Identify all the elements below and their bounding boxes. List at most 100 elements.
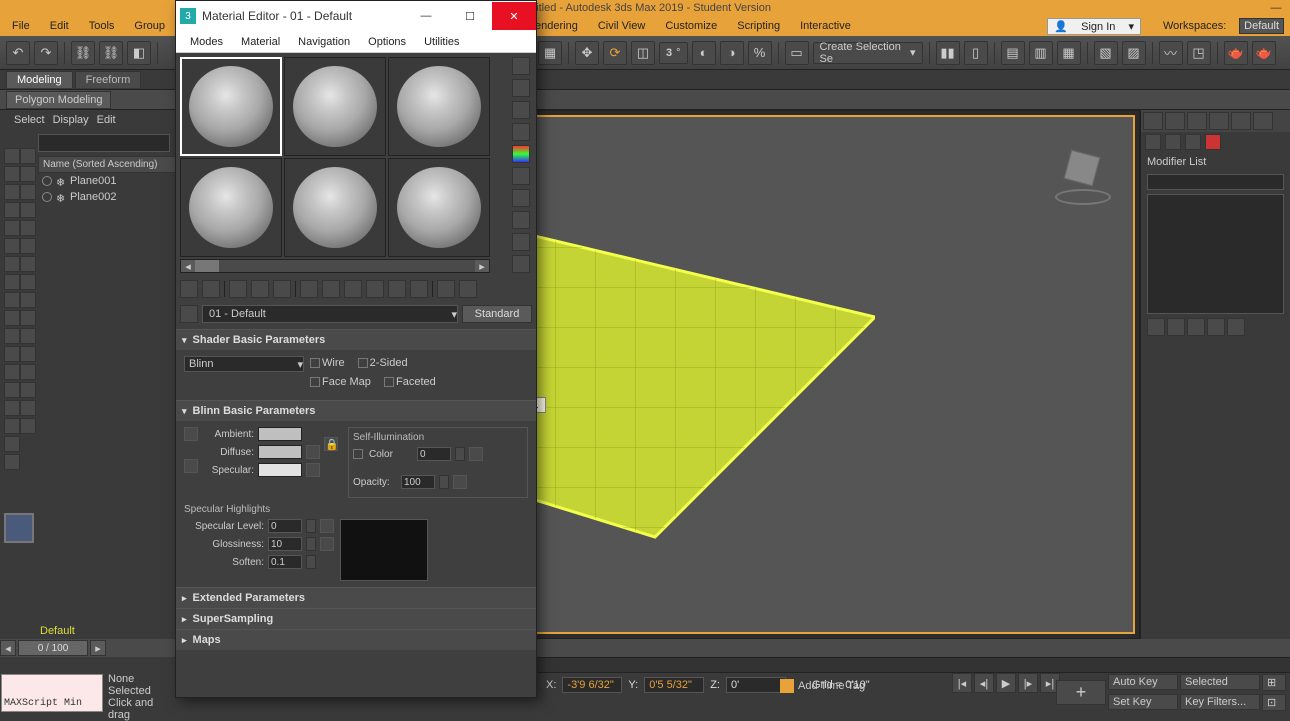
filter-icon[interactable] [20,364,36,380]
ambient-swatch[interactable] [258,427,302,441]
spinner-arrows[interactable] [306,519,316,533]
assign-icon[interactable] [229,280,247,298]
remove-mod-icon[interactable] [1207,318,1225,336]
render-button[interactable]: 🫖 [1252,41,1276,65]
tb-g[interactable]: ▯ [964,41,988,65]
video-color-icon[interactable] [512,145,530,163]
material-slot[interactable] [284,57,386,156]
selfillum-map-button[interactable] [469,447,483,461]
signin-button[interactable]: 👤 Sign In ▾ [1047,18,1141,35]
scroll-thumb[interactable] [195,260,219,272]
scene-tab-display[interactable]: Display [53,114,89,126]
time-next[interactable]: ▸ [90,640,106,656]
filter-icon[interactable] [20,418,36,434]
get-material-icon[interactable] [180,280,198,298]
mtl-map-nav-icon[interactable] [512,233,530,251]
options-icon[interactable] [512,189,530,207]
sample-type-icon[interactable] [512,57,530,75]
dialog-titlebar[interactable]: 3 Material Editor - 01 - Default — ☐ ✕ [176,1,536,31]
spinner-arrows[interactable] [306,537,316,551]
uv-tiling-icon[interactable] [512,123,530,141]
visibility-icon[interactable] [42,192,52,202]
cmd-icon[interactable] [1145,134,1161,150]
material-slot[interactable] [180,158,282,257]
scene-tab-edit[interactable]: Edit [97,114,116,126]
display-tab[interactable] [1231,112,1251,130]
z-input[interactable]: 0' [726,677,786,693]
tb-n[interactable]: ◳ [1187,41,1211,65]
opacity-map-button[interactable] [453,475,467,489]
material-slot[interactable] [284,158,386,257]
add-time-tag[interactable]: Add Time Tag [780,679,865,693]
diffuse-map-button[interactable] [306,445,320,459]
backlight-icon[interactable] [512,79,530,97]
menu-options[interactable]: Options [360,34,414,50]
scroll-right-icon[interactable]: ▸ [475,260,489,272]
workspaces-selector[interactable]: Workspaces: Default [1147,20,1290,32]
preview-icon[interactable] [512,167,530,185]
material-slot[interactable] [388,158,490,257]
menu-edit[interactable]: Edit [40,18,79,34]
menu-modes[interactable]: Modes [182,34,231,50]
tb-m[interactable]: 〰 [1159,41,1183,65]
menu-group[interactable]: Group [124,18,175,34]
lock-icon[interactable]: 🔒 [324,437,338,451]
play-button[interactable]: ▶ [996,673,1016,693]
key-mode-combo[interactable]: Selected [1180,674,1260,690]
tb-k[interactable]: ▧ [1094,41,1118,65]
diffuse-specular-lock-icon[interactable] [184,459,198,473]
select-by-mat-icon[interactable] [512,211,530,229]
cmd-icon[interactable] [1165,134,1181,150]
spinner-arrows[interactable] [306,555,316,569]
filter-icon[interactable] [20,274,36,290]
menu-tools[interactable]: Tools [79,18,125,34]
modifier-list-dropdown[interactable] [1147,174,1284,190]
unlink-button[interactable]: ⛓ [99,41,123,65]
visibility-icon[interactable] [42,176,52,186]
filter-icon[interactable] [20,310,36,326]
filter-icon[interactable] [20,382,36,398]
soften-spinner[interactable]: 0.1 [268,555,302,569]
freeze-icon[interactable]: ❄ [56,192,66,202]
filter-icon[interactable] [20,166,36,182]
filter-icon[interactable] [4,436,20,452]
wire-checkbox[interactable] [310,358,320,368]
set-key-big[interactable]: + [1056,680,1106,705]
filter-icon[interactable] [20,256,36,272]
modifier-stack[interactable] [1147,194,1284,314]
menu-material[interactable]: Material [233,34,288,50]
menu-navigation[interactable]: Navigation [290,34,358,50]
show-map-icon[interactable] [388,280,406,298]
menu-civilview[interactable]: Civil View [588,18,655,34]
go-parent-icon[interactable] [437,280,455,298]
filter-icon[interactable] [20,292,36,308]
speclevel-map-button[interactable] [320,519,334,533]
scale-button[interactable]: ◫ [631,41,655,65]
render-setup-button[interactable]: 🫖 [1224,41,1248,65]
motion-tab[interactable] [1209,112,1229,130]
glossiness-map-button[interactable] [320,537,334,551]
tab-modeling[interactable]: Modeling [6,71,73,88]
tb-c[interactable]: ◑ [720,41,744,65]
selfillum-spinner[interactable]: 0 [417,447,451,461]
rollout-header[interactable]: Extended Parameters [176,588,536,608]
unique-icon[interactable] [1187,318,1205,336]
menu-scripting[interactable]: Scripting [727,18,790,34]
filter-icon[interactable] [20,400,36,416]
scene-column-header[interactable]: Name (Sorted Ascending) [38,156,177,173]
slot-scrollbar[interactable]: ◂ ▸ [180,259,490,273]
scroll-left-icon[interactable]: ◂ [181,260,195,272]
goto-start[interactable]: |◂ [952,673,972,693]
filter-icon[interactable] [20,238,36,254]
tab-freeform[interactable]: Freeform [75,71,142,88]
menu-utilities[interactable]: Utilities [416,34,467,50]
maxscript-listener[interactable]: MAXScript Min [1,674,103,712]
bind-button[interactable]: ◧ [127,41,151,65]
utilities-tab[interactable] [1253,112,1273,130]
faceted-checkbox[interactable] [384,377,394,387]
redo-button[interactable]: ↷ [34,41,58,65]
tb-e[interactable]: ▭ [785,41,809,65]
tb-l[interactable]: ▨ [1122,41,1146,65]
glossiness-spinner[interactable]: 10 [268,537,302,551]
filter-icon[interactable] [20,148,36,164]
